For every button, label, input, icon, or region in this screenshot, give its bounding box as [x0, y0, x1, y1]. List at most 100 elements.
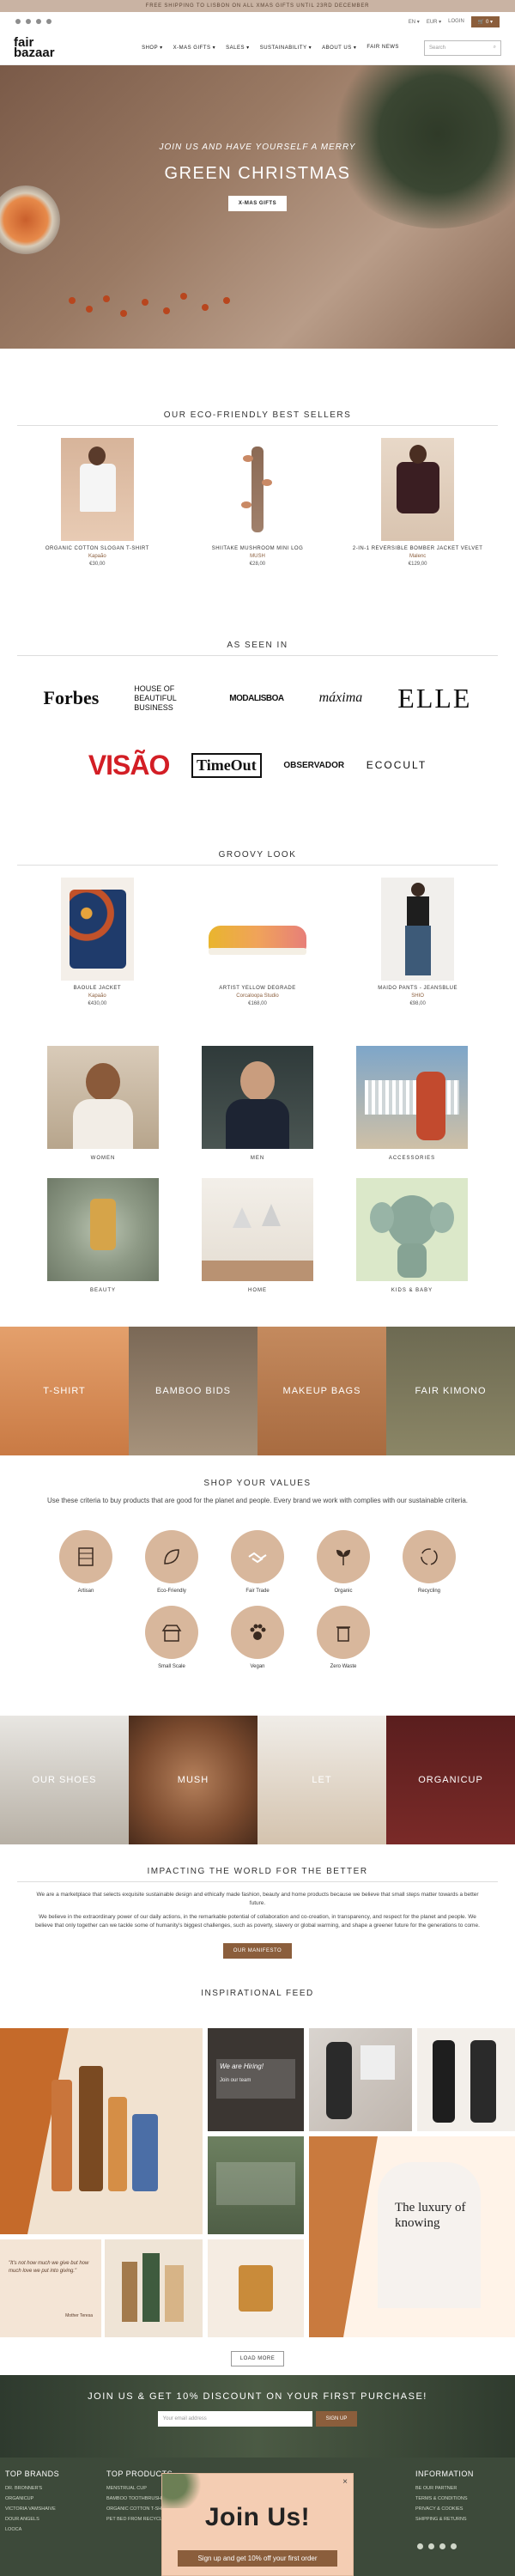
- product-image[interactable]: [60, 878, 134, 981]
- product-image[interactable]: [381, 438, 455, 541]
- category-image[interactable]: [47, 1046, 159, 1149]
- recycle-icon[interactable]: [403, 1530, 456, 1583]
- tile-let[interactable]: LET: [258, 1716, 386, 1844]
- category-image[interactable]: [356, 1178, 468, 1281]
- pinterest-icon[interactable]: [439, 2543, 445, 2549]
- tile-t-shirt[interactable]: T-SHIRT: [0, 1327, 129, 1455]
- tile-makeup-bags[interactable]: MAKEUP BAGS: [258, 1327, 386, 1455]
- nav-about-us[interactable]: ABOUT US ▾: [322, 45, 356, 51]
- newsletter-email-input[interactable]: Your email address: [157, 2411, 312, 2427]
- category-home[interactable]: HOME: [202, 1178, 313, 1293]
- close-icon[interactable]: ×: [342, 2477, 348, 2487]
- xmas-gifts-button[interactable]: X-MAS GIFTS: [227, 196, 288, 211]
- product-brand[interactable]: MUSH: [185, 554, 330, 559]
- instagram-icon[interactable]: [428, 2543, 434, 2549]
- category-beauty[interactable]: BEAUTY: [47, 1178, 159, 1293]
- category-accessories[interactable]: ACCESSORIES: [356, 1046, 468, 1161]
- tile-bamboo-bids[interactable]: BAMBOO BIDS: [129, 1327, 258, 1455]
- product-image[interactable]: [60, 438, 134, 541]
- value-recycling[interactable]: Recycling: [399, 1530, 459, 1594]
- product-brand[interactable]: Malenc: [345, 554, 491, 559]
- feed-tile[interactable]: [208, 2239, 304, 2337]
- category-label[interactable]: MEN: [202, 1156, 313, 1161]
- feed-tile[interactable]: [208, 2136, 304, 2234]
- value-artisan[interactable]: Artisan: [56, 1530, 116, 1594]
- nav-sustainability[interactable]: SUSTAINABILITY ▾: [260, 45, 312, 51]
- feed-tile-hiring[interactable]: We are Hiring! Join our team: [208, 2028, 304, 2131]
- product-brand[interactable]: Corcaloopa Studio: [185, 993, 330, 999]
- site-logo[interactable]: fair bazaar: [14, 36, 117, 59]
- product-brand[interactable]: Kapaão: [24, 554, 170, 559]
- category-image[interactable]: [47, 1178, 159, 1281]
- product-card[interactable]: ORGANIC COTTON SLOGAN T-SHIRT Kapaão €30…: [24, 438, 170, 567]
- tile-fair-kimono[interactable]: FAIR KIMONO: [386, 1327, 515, 1455]
- product-card[interactable]: 2-IN-1 REVERSIBLE BOMBER JACKET VELVET M…: [345, 438, 491, 567]
- product-image[interactable]: [381, 878, 455, 981]
- handshake-icon[interactable]: [231, 1530, 284, 1583]
- category-label[interactable]: KIDS & BABY: [356, 1288, 468, 1293]
- sprout-icon[interactable]: [317, 1530, 370, 1583]
- linkedin-icon[interactable]: [46, 19, 52, 24]
- category-men[interactable]: MEN: [202, 1046, 313, 1161]
- footer-link[interactable]: PRIVACY & COOKIES: [415, 2504, 474, 2514]
- product-name[interactable]: SHIITAKE MUSHROOM MINI LOG: [185, 546, 330, 551]
- value-fair-trade[interactable]: Fair Trade: [227, 1530, 288, 1594]
- feed-tile-quote[interactable]: "It's not how much we give but how much …: [0, 2239, 101, 2337]
- load-more-button[interactable]: LOAD MORE: [230, 2351, 285, 2366]
- category-label[interactable]: BEAUTY: [47, 1288, 159, 1293]
- product-card[interactable]: ARTIST YELLOW DEGRADE Corcaloopa Studio …: [185, 878, 330, 1006]
- tile-organicup[interactable]: ORGANICUP: [386, 1716, 515, 1844]
- category-image[interactable]: [202, 1178, 313, 1281]
- category-image[interactable]: [202, 1046, 313, 1149]
- product-brand[interactable]: Kapaão: [24, 993, 170, 999]
- newsletter-signup-button[interactable]: SIGN UP: [315, 2411, 358, 2427]
- value-organic[interactable]: Organic: [313, 1530, 373, 1594]
- category-image[interactable]: [356, 1046, 468, 1149]
- feed-tile-luxury[interactable]: The luxury of knowing: [309, 2136, 515, 2337]
- product-name[interactable]: BAOULE JACKET: [24, 986, 170, 991]
- category-label[interactable]: HOME: [202, 1288, 313, 1293]
- tile-our-shoes[interactable]: OUR SHOES: [0, 1716, 129, 1844]
- tile-mush[interactable]: MUSH: [129, 1716, 258, 1844]
- pinterest-icon[interactable]: [36, 19, 41, 24]
- category-women[interactable]: WOMEN: [47, 1046, 159, 1161]
- product-card[interactable]: MAIDO PANTS - JEANSBLUE SHIO €98,00: [345, 878, 491, 1006]
- product-card[interactable]: SHIITAKE MUSHROOM MINI LOG MUSH €28,00: [185, 438, 330, 567]
- product-name[interactable]: ARTIST YELLOW DEGRADE: [185, 986, 330, 991]
- footer-link[interactable]: DR. BRONNER'S: [5, 2483, 59, 2494]
- category-label[interactable]: ACCESSORIES: [356, 1156, 468, 1161]
- footer-link[interactable]: SHIPPING & RETURNS: [415, 2514, 474, 2524]
- feed-tile[interactable]: [105, 2239, 203, 2337]
- value-small-scale[interactable]: Small Scale: [142, 1606, 202, 1669]
- footer-link[interactable]: DOUR ANGELS: [5, 2514, 59, 2524]
- value-eco-friendly[interactable]: Eco-Friendly: [142, 1530, 202, 1594]
- leaf-icon[interactable]: [145, 1530, 198, 1583]
- facebook-icon[interactable]: [15, 19, 21, 24]
- cart-button[interactable]: 🛒 0 ▾: [470, 15, 500, 27]
- instagram-icon[interactable]: [26, 19, 31, 24]
- category-label[interactable]: WOMEN: [47, 1156, 159, 1161]
- language-select[interactable]: EN ▾: [409, 19, 420, 25]
- nav-sales[interactable]: SALES ▾: [226, 45, 250, 51]
- nav-xmas-gifts[interactable]: X-MAS GIFTS ▾: [173, 45, 216, 51]
- shop-icon[interactable]: [145, 1606, 198, 1659]
- search-input[interactable]: Search ⌕: [424, 39, 501, 56]
- artisan-icon[interactable]: [59, 1530, 112, 1583]
- product-card[interactable]: BAOULE JACKET Kapaão €430,00: [24, 878, 170, 1006]
- trash-icon[interactable]: [317, 1606, 370, 1659]
- paw-icon[interactable]: [231, 1606, 284, 1659]
- manifesto-button[interactable]: OUR MANIFESTO: [222, 1943, 293, 1959]
- footer-link[interactable]: LOOCA: [5, 2524, 59, 2535]
- product-name[interactable]: MAIDO PANTS - JEANSBLUE: [345, 986, 491, 991]
- category-kids-baby[interactable]: KIDS & BABY: [356, 1178, 468, 1293]
- facebook-icon[interactable]: [417, 2543, 423, 2549]
- product-name[interactable]: 2-IN-1 REVERSIBLE BOMBER JACKET VELVET: [345, 546, 491, 551]
- footer-link[interactable]: VICTORIA VAMSHAIVE: [5, 2504, 59, 2514]
- popup-offer-button[interactable]: Sign up and get 10% off your first order: [178, 2550, 337, 2567]
- login-link[interactable]: LOGIN: [448, 19, 464, 24]
- product-image[interactable]: [201, 878, 313, 981]
- search-icon[interactable]: ⌕: [494, 45, 496, 51]
- footer-link[interactable]: BE OUR PARTNER: [415, 2483, 474, 2494]
- value-zero-waste[interactable]: Zero Waste: [313, 1606, 373, 1669]
- footer-link[interactable]: TERMS & CONDITIONS: [415, 2494, 474, 2504]
